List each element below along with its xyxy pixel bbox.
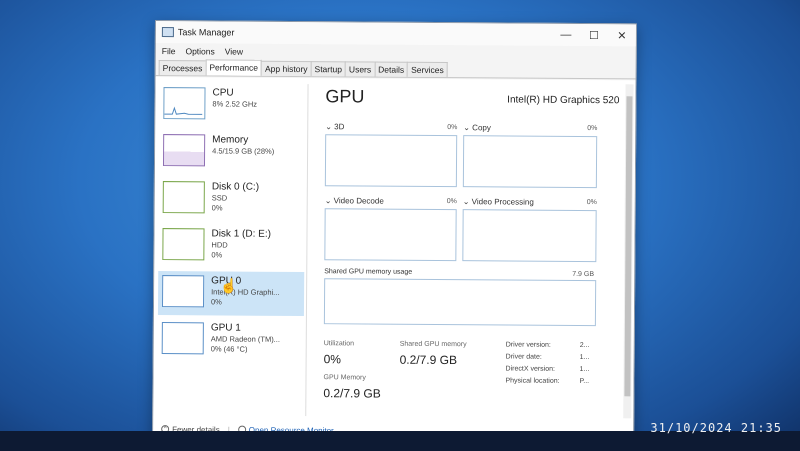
sidebar-label: CPU — [212, 87, 234, 99]
sidebar-label: Disk 0 (C:) — [211, 181, 260, 193]
sidebar-sub-usage: 0% (46 °C) — [210, 344, 248, 354]
sidebar-sub-usage: 0% — [211, 297, 222, 307]
photo-timestamp: 31/10/2024 21:35 — [650, 421, 782, 435]
disk1-mini-graph — [162, 228, 205, 261]
menu-options[interactable]: Options — [185, 46, 214, 56]
utilization-label: Utilization — [323, 340, 355, 348]
gpu1-mini-graph — [161, 322, 204, 355]
driver-version-value: 2... — [579, 341, 590, 350]
sidebar-sub: 8% 2.52 GHz — [212, 99, 258, 109]
scrollbar-thumb[interactable] — [624, 96, 633, 397]
graph-label-copy: Copy — [472, 123, 491, 133]
task-manager-icon — [161, 27, 174, 38]
sidebar-label: Memory — [212, 134, 249, 146]
utilization-value: 0% — [323, 352, 342, 367]
shared-memory-max: 7.9 GB — [572, 270, 595, 279]
tab-users[interactable]: Users — [344, 61, 376, 77]
graph-dropdown-copy[interactable]: ⌄ Copy — [463, 123, 491, 132]
physical-location-value: P... — [579, 377, 590, 386]
tab-services[interactable]: Services — [407, 61, 448, 78]
minimize-button[interactable]: — — [552, 29, 580, 41]
graph-dropdown-3d[interactable]: ⌄ 3D — [325, 122, 344, 131]
sidebar-item-gpu0[interactable]: GPU 0 Intel(R) HD Graphi... 0% ☝ — [157, 271, 305, 317]
graph-label-video-processing: Video Processing — [471, 197, 534, 207]
sidebar-sub-usage: 0% — [211, 203, 223, 213]
graph-shared-memory — [323, 278, 597, 327]
memory-mini-graph — [162, 134, 206, 167]
shared-memory-label: Shared GPU memory usage — [324, 268, 413, 276]
menu-file[interactable]: File — [162, 46, 176, 56]
graph-pct-video-processing: 0% — [586, 199, 597, 207]
resource-sidebar: CPU 8% 2.52 GHz Memory 4.5/15.9 GB (28%)… — [157, 83, 305, 416]
gpu-memory-label: GPU Memory — [323, 374, 366, 382]
graph-pct-3d: 0% — [447, 124, 458, 132]
driver-date-value: 1... — [579, 353, 590, 362]
window-title: Task Manager — [177, 27, 235, 38]
sidebar-label: GPU 1 — [210, 322, 241, 334]
tab-strip: Processes Performance App history Startu… — [155, 59, 636, 80]
tab-details[interactable]: Details — [374, 61, 409, 77]
hand-cursor-icon: ☝ — [220, 277, 238, 294]
close-button[interactable]: ✕ — [608, 29, 636, 42]
task-manager-window: Task Manager — ☐ ✕ File Options View Pro… — [152, 20, 637, 444]
directx-version-key: DirectX version: — [505, 365, 556, 373]
gpu-memory-value: 0.2/7.9 GB — [323, 386, 381, 401]
directx-version-value: 1... — [579, 365, 590, 374]
graph-video-decode — [324, 208, 457, 262]
vertical-scrollbar[interactable] — [623, 84, 634, 419]
menu-view[interactable]: View — [225, 46, 243, 56]
maximize-button[interactable]: ☐ — [580, 28, 608, 42]
driver-version-key: Driver version: — [505, 341, 551, 349]
graph-dropdown-video-decode[interactable]: ⌄ Video Decode — [325, 196, 384, 205]
graph-copy — [462, 135, 598, 189]
sidebar-item-disk1[interactable]: Disk 1 (D: E:) HDD 0% — [158, 224, 304, 269]
sidebar-label: Disk 1 (D: E:) — [211, 228, 271, 240]
driver-date-key: Driver date: — [505, 353, 542, 361]
performance-panel: CPU 8% 2.52 GHz Memory 4.5/15.9 GB (28%)… — [153, 77, 636, 443]
physical-location-key: Physical location: — [505, 377, 560, 385]
graph-label-3d: 3D — [334, 122, 345, 132]
graph-3d — [324, 134, 458, 188]
cpu-sparkline-icon — [164, 106, 203, 115]
gpu-model-name: Intel(R) HD Graphics 520 — [507, 94, 620, 107]
sidebar-sub: SSD — [211, 193, 228, 203]
graph-pct-video-decode: 0% — [446, 198, 457, 206]
sidebar-item-disk0[interactable]: Disk 0 (C:) SSD 0% — [159, 177, 305, 222]
sidebar-sub: AMD Radeon (TM)... — [210, 334, 280, 344]
graph-pct-copy: 0% — [587, 125, 598, 133]
gpu0-mini-graph — [161, 275, 205, 308]
tab-app-history[interactable]: App history — [260, 60, 312, 77]
shared-gpu-memory-label: Shared GPU memory — [399, 340, 467, 349]
page-title: GPU — [325, 86, 365, 107]
cpu-mini-graph — [163, 87, 206, 120]
graph-label-video-decode: Video Decode — [333, 196, 384, 206]
shared-gpu-memory-value: 0.2/7.9 GB — [399, 352, 458, 368]
sidebar-divider — [305, 84, 309, 417]
sidebar-item-gpu1[interactable]: GPU 1 AMD Radeon (TM)... 0% (46 °C) — [158, 318, 304, 363]
gpu-detail-pane: GPU Intel(R) HD Graphics 520 ⌄ 3D 0% ⌄ C… — [321, 82, 621, 418]
tab-processes[interactable]: Processes — [158, 60, 207, 76]
sidebar-sub: HDD — [211, 240, 228, 250]
sidebar-sub: 4.5/15.9 GB (28%) — [212, 146, 275, 156]
tab-performance[interactable]: Performance — [205, 59, 263, 76]
sidebar-sub-usage: 0% — [211, 250, 223, 260]
graph-dropdown-video-processing[interactable]: ⌄ Video Processing — [463, 197, 534, 206]
tab-startup[interactable]: Startup — [310, 61, 347, 77]
graph-video-processing — [462, 209, 597, 263]
sidebar-item-memory[interactable]: Memory 4.5/15.9 GB (28%) — [159, 130, 305, 175]
sidebar-item-cpu[interactable]: CPU 8% 2.52 GHz — [159, 83, 305, 128]
disk0-mini-graph — [162, 181, 205, 214]
